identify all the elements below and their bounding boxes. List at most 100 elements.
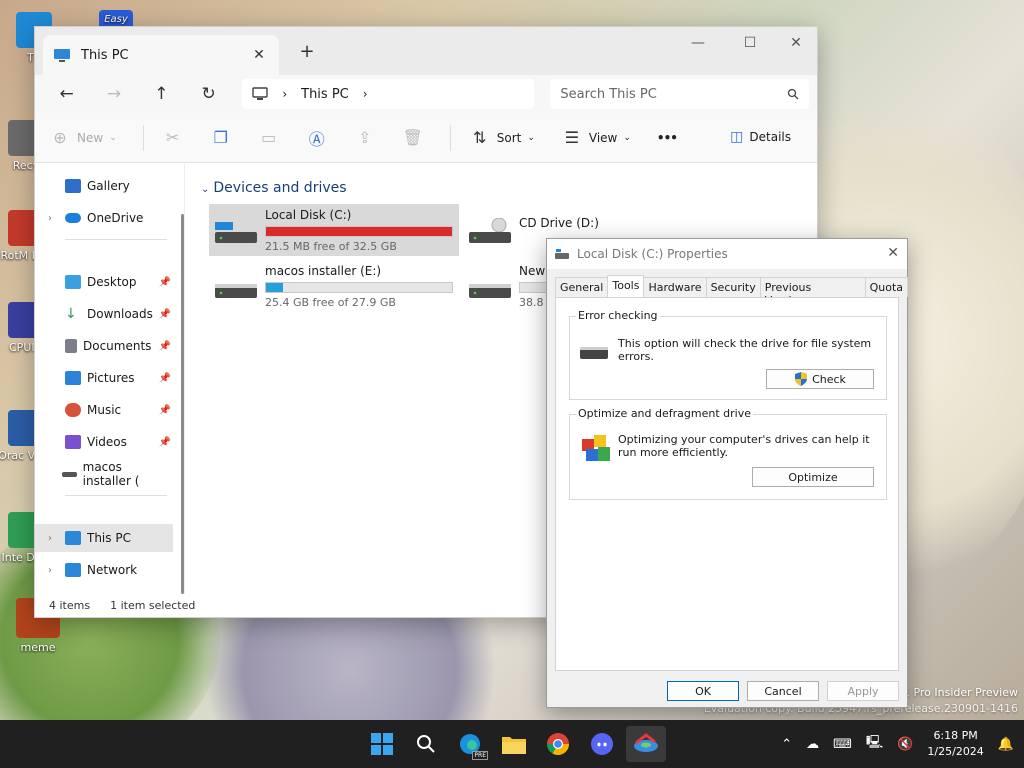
ok-button[interactable]: OK: [667, 681, 739, 701]
sidebar-item-macos-installer[interactable]: macos installer (: [35, 460, 173, 488]
sidebar-scrollbar[interactable]: [181, 214, 184, 594]
notification-bell-icon[interactable]: 🔔: [998, 737, 1014, 752]
sidebar-item-network[interactable]: › Network: [35, 556, 173, 584]
rename-button[interactable]: Ⓐ: [306, 126, 328, 150]
clock[interactable]: 6:18 PM 1/25/2024: [927, 728, 983, 760]
watermark-line-1: 1 Pro Insider Preview: [902, 686, 1018, 699]
new-button[interactable]: ⊕ New ⌄: [49, 128, 116, 147]
search-taskbar-button[interactable]: [406, 726, 446, 762]
details-pane-icon: ◫: [730, 129, 744, 145]
drive-name: CD Drive (D:): [519, 216, 599, 230]
sidebar-item-videos[interactable]: Videos 📌: [35, 428, 173, 456]
sidebar-item-documents[interactable]: Documents 📌: [35, 332, 173, 360]
drive-item-c[interactable]: Local Disk (C:) 21.5 MB free of 32.5 GB: [209, 204, 459, 256]
drive-usage-bar: [265, 282, 453, 293]
music-icon: [65, 403, 81, 417]
expand-chevron-icon[interactable]: ›: [35, 213, 65, 224]
disk-tool-button[interactable]: [626, 726, 666, 762]
sidebar-divider: [65, 239, 167, 240]
expand-chevron-icon[interactable]: ›: [35, 533, 65, 544]
address-bar[interactable]: › This PC ›: [242, 79, 535, 109]
rename-icon: Ⓐ: [308, 129, 325, 149]
disk-tool-icon: [634, 733, 658, 752]
dialog-close-button[interactable]: ✕: [887, 245, 899, 261]
video-icon: [65, 435, 81, 449]
tab-this-pc[interactable]: This PC ✕: [43, 35, 279, 75]
drive-icon: [555, 249, 569, 259]
up-button[interactable]: ↑: [138, 84, 185, 104]
chevron-down-icon: ⌄: [201, 184, 210, 195]
drive-name: New: [519, 264, 546, 278]
sidebar-item-this-pc[interactable]: › This PC: [35, 524, 173, 552]
new-tab-button[interactable]: +: [297, 41, 317, 62]
view-button[interactable]: ☰ View ⌄: [561, 128, 631, 147]
paste-button[interactable]: ▭: [258, 128, 280, 147]
tab-previous-versions[interactable]: Previous Versions: [759, 277, 866, 307]
sidebar-item-gallery[interactable]: Gallery: [35, 172, 173, 200]
copy-icon: ❐: [213, 128, 228, 147]
gallery-icon: [65, 179, 81, 193]
sidebar-item-onedrive[interactable]: › OneDrive: [35, 204, 173, 232]
trash-icon: 🗑: [402, 128, 423, 147]
drive-icon: [215, 284, 257, 298]
breadcrumb-this-pc[interactable]: This PC: [301, 87, 349, 102]
maximize-button[interactable]: ☐: [727, 35, 773, 51]
file-explorer-taskbar-button[interactable]: [494, 726, 534, 762]
back-button[interactable]: ←: [43, 84, 90, 104]
share-button[interactable]: ⇪: [354, 128, 376, 147]
search-icon: [787, 88, 799, 100]
network-icon[interactable]: 🖳: [866, 733, 883, 755]
picture-icon: [65, 371, 81, 385]
cancel-button[interactable]: Cancel: [747, 681, 819, 701]
search-input[interactable]: Search This PC: [560, 87, 656, 102]
tab-security[interactable]: Security: [705, 277, 761, 297]
cut-button[interactable]: ✂: [162, 128, 184, 147]
discord-button[interactable]: [582, 726, 622, 762]
tab-hardware[interactable]: Hardware: [643, 277, 707, 297]
close-button[interactable]: ✕: [773, 35, 819, 51]
sidebar-item-downloads[interactable]: ↓ Downloads 📌: [35, 300, 173, 328]
navigation-pane: Gallery › OneDrive Desktop 📌 ↓ Downloads 📌 D…: [35, 164, 185, 594]
tab-general[interactable]: General: [555, 277, 609, 297]
breadcrumb-chevron-icon[interactable]: ›: [363, 87, 368, 101]
section-header-devices[interactable]: ⌄ Devices and drives: [201, 180, 347, 196]
expand-chevron-icon[interactable]: ›: [35, 565, 65, 576]
error-checking-description: This option will check the drive for fil…: [618, 337, 872, 363]
sidebar-item-pictures[interactable]: Pictures 📌: [35, 364, 173, 392]
chevron-up-icon[interactable]: ⌃: [781, 737, 792, 752]
network-icon: [65, 563, 81, 577]
forward-button[interactable]: →: [90, 84, 137, 104]
sort-button[interactable]: ⇅ Sort ⌄: [469, 128, 535, 147]
onedrive-offline-icon[interactable]: ☁: [806, 737, 819, 752]
more-options-button[interactable]: •••: [657, 131, 678, 145]
check-button[interactable]: Check: [766, 369, 874, 389]
apply-button[interactable]: Apply: [827, 681, 899, 701]
chrome-button[interactable]: [538, 726, 578, 762]
tab-close-icon[interactable]: ✕: [249, 47, 269, 63]
dialog-title: Local Disk (C:) Properties: [577, 247, 728, 261]
desktop-icon: [65, 275, 81, 289]
search-box[interactable]: Search This PC: [550, 79, 810, 109]
keyboard-icon[interactable]: ⌨: [833, 737, 852, 752]
optimize-button[interactable]: Optimize: [752, 467, 874, 487]
sidebar-item-music[interactable]: Music 📌: [35, 396, 173, 424]
edge-preview-button[interactable]: PRE: [450, 726, 490, 762]
tab-quota[interactable]: Quota: [864, 277, 908, 297]
drive-item-e[interactable]: macos installer (E:) 25.4 GB free of 27.…: [209, 260, 459, 312]
error-checking-title: Error checking: [576, 309, 660, 322]
volume-muted-icon[interactable]: 🔇: [897, 737, 913, 752]
folder-icon: [502, 737, 526, 754]
refresh-button[interactable]: ↻: [185, 84, 232, 104]
delete-button[interactable]: 🗑: [402, 128, 424, 147]
details-button[interactable]: ◫ Details: [730, 129, 791, 145]
sidebar-item-desktop[interactable]: Desktop 📌: [35, 268, 173, 296]
start-button[interactable]: [362, 726, 402, 762]
pin-icon: 📌: [158, 340, 171, 352]
tab-tools[interactable]: Tools: [607, 275, 645, 297]
copy-button[interactable]: ❐: [210, 128, 232, 147]
computer-icon: [54, 49, 70, 62]
minimize-button[interactable]: —: [675, 35, 721, 51]
toolbar-divider: [449, 124, 451, 151]
pin-icon: 📌: [158, 436, 171, 448]
drive-properties-dialog: Local Disk (C:) Properties ✕ General Too…: [546, 238, 908, 708]
